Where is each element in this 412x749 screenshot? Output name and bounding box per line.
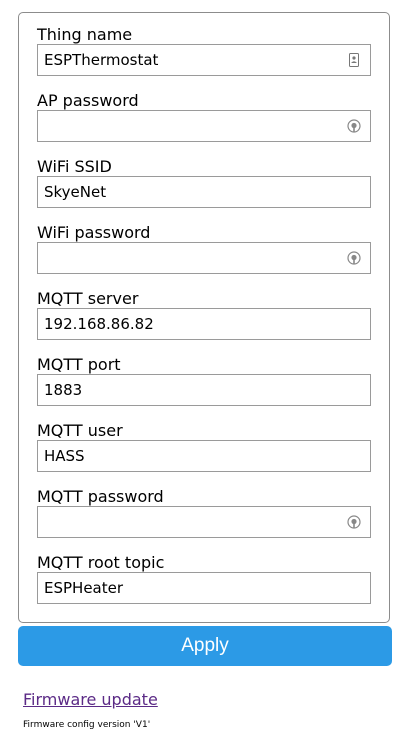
field-wifi-password: WiFi password — [37, 224, 371, 274]
thing-name-input[interactable] — [38, 45, 370, 75]
input-box — [37, 110, 371, 142]
wifi-ssid-input[interactable] — [38, 177, 370, 207]
mqtt-port-input[interactable] — [38, 375, 370, 405]
field-label: Thing name — [37, 25, 133, 44]
field-wifi-ssid: WiFi SSID — [37, 158, 371, 208]
field-label: WiFi SSID — [37, 157, 112, 176]
input-box — [37, 242, 371, 274]
mqtt-server-input[interactable] — [38, 309, 370, 339]
field-label: AP password — [37, 91, 139, 110]
field-ap-password: AP password — [37, 92, 371, 142]
ap-password-input[interactable] — [38, 111, 370, 141]
firmware-version-text: Firmware config version 'V1' — [23, 720, 151, 730]
wifi-password-input[interactable] — [38, 243, 370, 273]
apply-button[interactable]: Apply — [18, 626, 392, 666]
field-mqtt-port: MQTT port — [37, 356, 371, 406]
input-box — [37, 572, 371, 604]
password-reveal-icon[interactable] — [347, 515, 361, 529]
field-label: MQTT port — [37, 355, 121, 374]
input-box — [37, 176, 371, 208]
input-box — [37, 506, 371, 538]
contact-card-icon[interactable] — [347, 53, 361, 67]
field-label: MQTT user — [37, 421, 123, 440]
mqtt-user-input[interactable] — [38, 441, 370, 471]
field-mqtt-password: MQTT password — [37, 488, 371, 538]
password-reveal-icon[interactable] — [347, 251, 361, 265]
field-label: MQTT server — [37, 289, 139, 308]
firmware-update-link[interactable]: Firmware update — [23, 690, 158, 710]
input-box — [37, 440, 371, 472]
mqtt-password-input[interactable] — [38, 507, 370, 537]
field-label: MQTT root topic — [37, 553, 165, 572]
field-mqtt-user: MQTT user — [37, 422, 371, 472]
field-mqtt-server: MQTT server — [37, 290, 371, 340]
field-thing-name: Thing name — [37, 26, 371, 76]
input-box — [37, 374, 371, 406]
mqtt-root-topic-input[interactable] — [38, 573, 370, 603]
password-reveal-icon[interactable] — [347, 119, 361, 133]
field-label: MQTT password — [37, 487, 164, 506]
input-box — [37, 308, 371, 340]
field-label: WiFi password — [37, 223, 151, 242]
input-box — [37, 44, 371, 76]
field-mqtt-root-topic: MQTT root topic — [37, 554, 371, 604]
